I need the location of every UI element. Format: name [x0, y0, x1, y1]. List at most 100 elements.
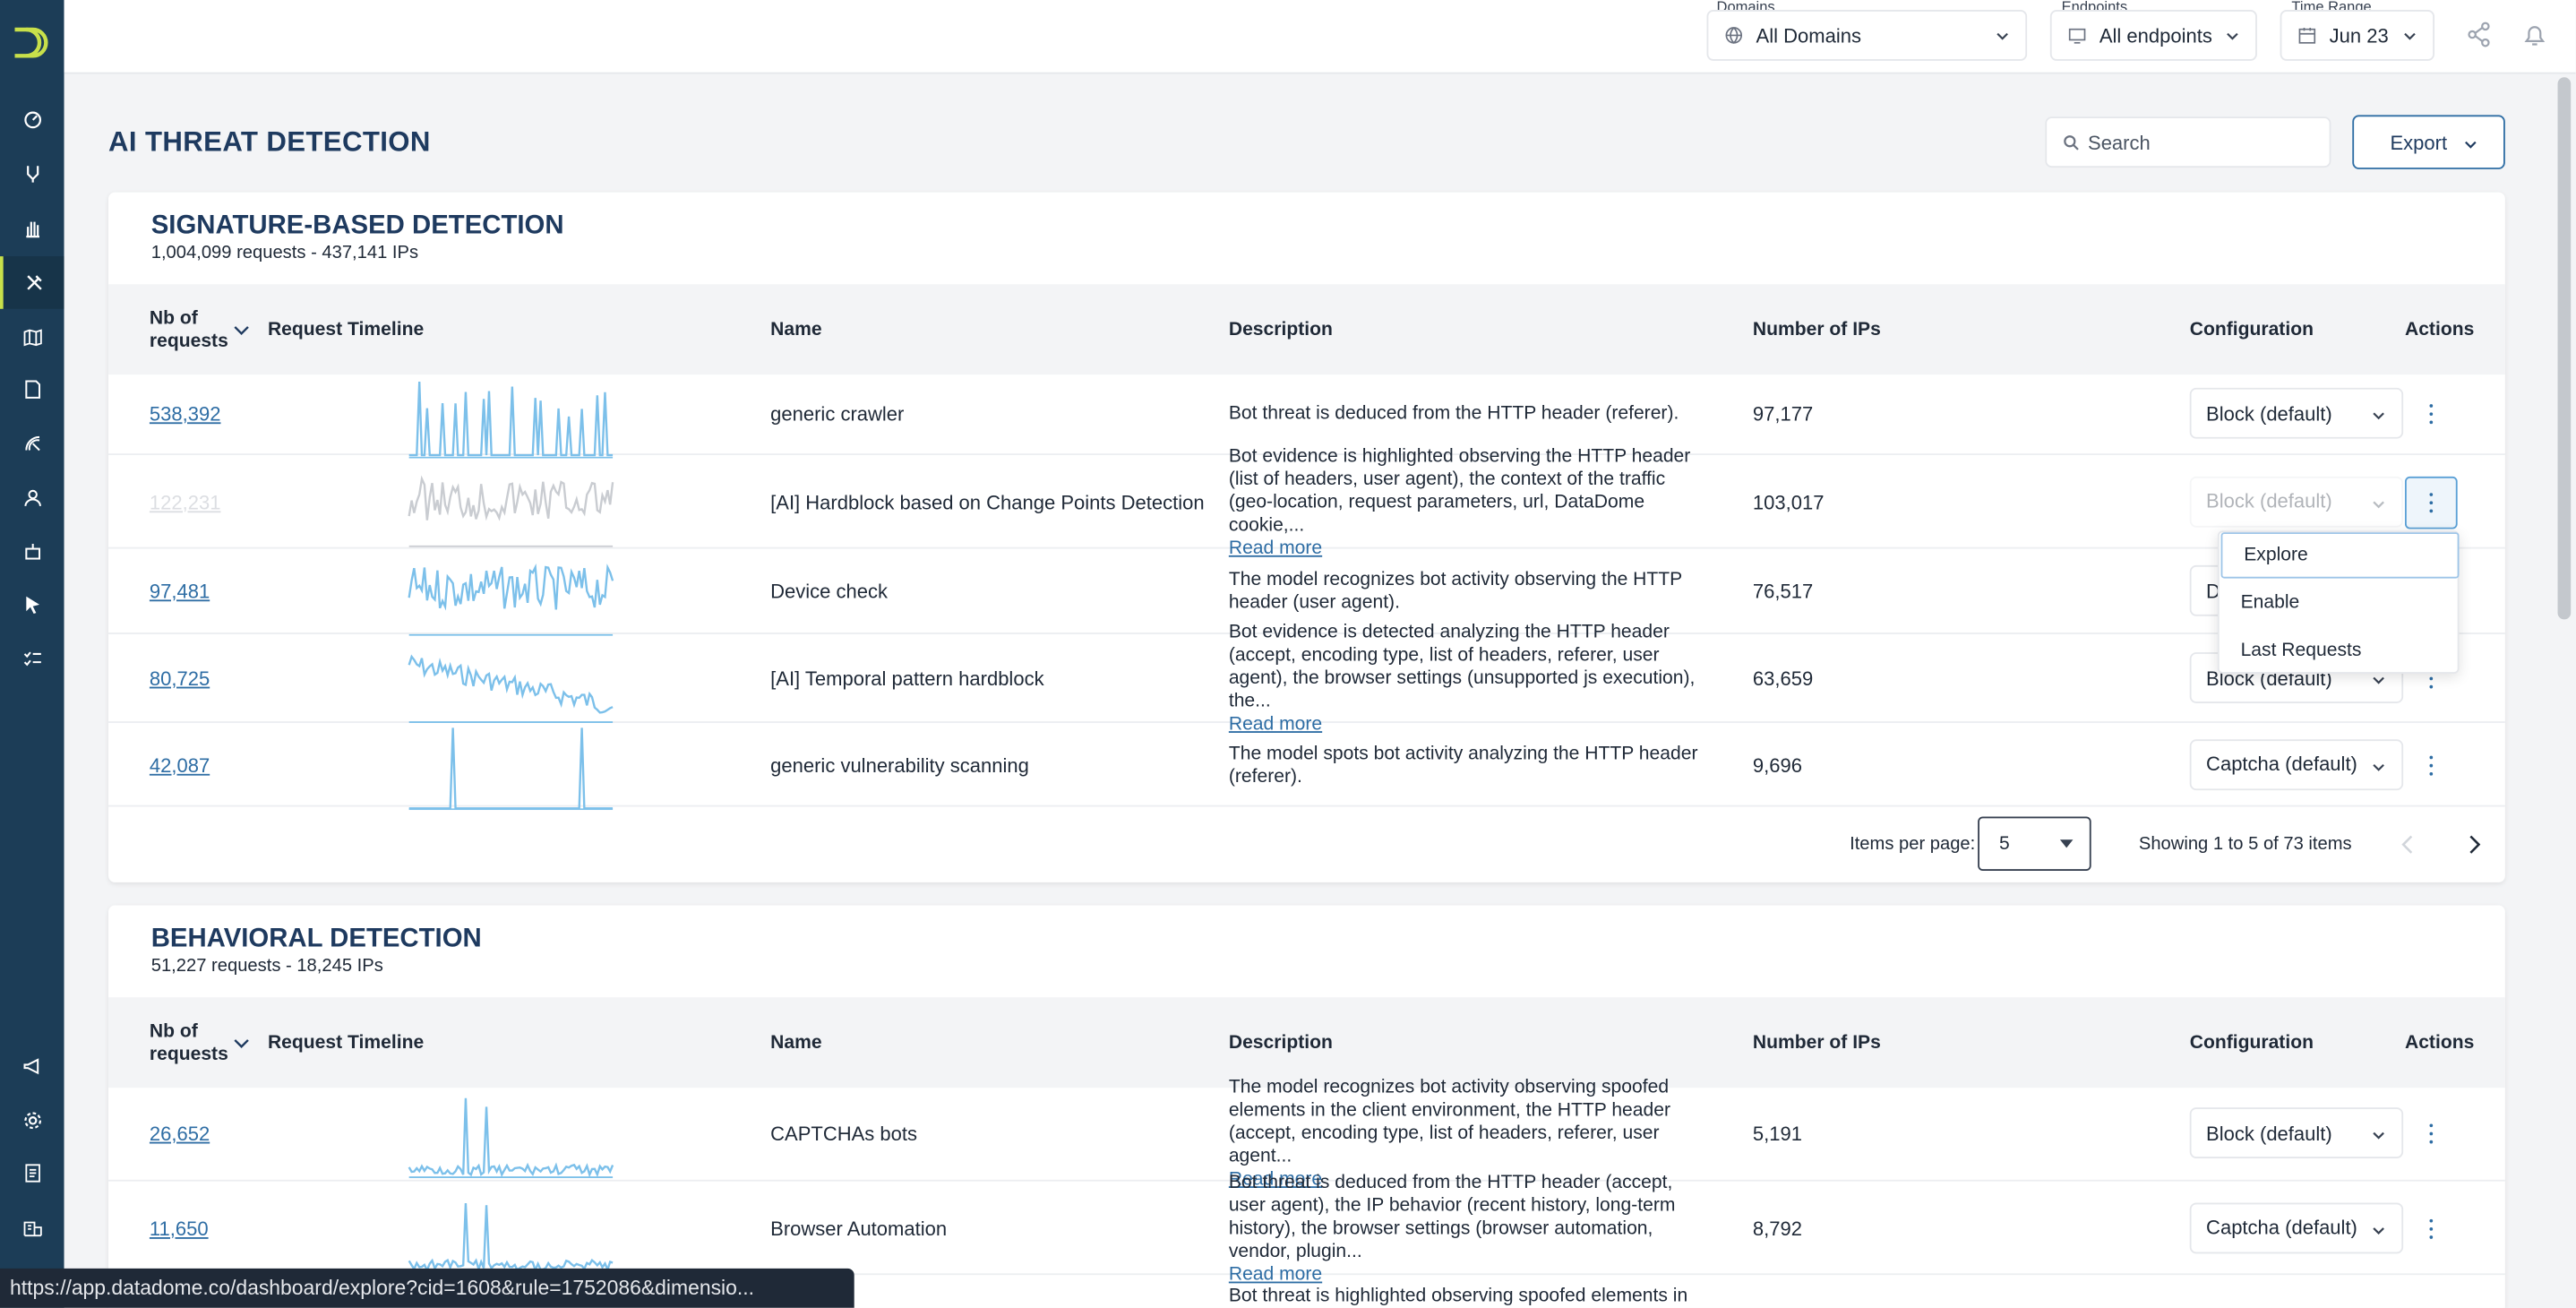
- chevron-down-icon: [2373, 1226, 2384, 1235]
- domains-select[interactable]: All Domains: [1706, 10, 2028, 61]
- configuration-select[interactable]: Block (default): [2189, 1107, 2404, 1158]
- report-icon[interactable]: [0, 1147, 64, 1200]
- requests-link[interactable]: 42,087: [150, 753, 210, 777]
- globe-icon: [1725, 27, 1743, 45]
- menu-item-explore[interactable]: Explore: [2220, 532, 2460, 579]
- endpoints-select[interactable]: All endpoints: [2049, 10, 2257, 61]
- more-vertical-icon[interactable]: [2428, 404, 2434, 425]
- ip-count: 5,191: [1752, 1122, 1802, 1146]
- rule-name: [AI] Hardblock based on Change Points De…: [770, 490, 1205, 514]
- checklist-icon[interactable]: [0, 632, 64, 685]
- app-root: Domains All Domains Endpoints All endpoi…: [0, 0, 2576, 1308]
- behavioral-table-header: Nb of requests Request Timeline Name Des…: [108, 997, 2505, 1089]
- behavioral-subtitle: 51,227 requests - 18,245 IPs: [150, 956, 383, 977]
- col-actions: Actions: [2404, 319, 2475, 340]
- col-name: Name: [770, 319, 822, 340]
- signature-title: SIGNATURE-BASED DETECTION: [150, 211, 564, 240]
- configuration-select[interactable]: Block (default): [2189, 475, 2404, 527]
- signature-detection-card: SIGNATURE-BASED DETECTION 1,004,099 requ…: [108, 192, 2505, 882]
- col-description: Description: [1228, 319, 1333, 340]
- requests-link[interactable]: 80,725: [150, 667, 210, 691]
- tools-icon[interactable]: [0, 256, 64, 309]
- dashboard-icon[interactable]: [0, 94, 64, 147]
- items-per-page-select[interactable]: 5: [1978, 816, 2091, 872]
- requests-link[interactable]: 97,481: [150, 580, 210, 603]
- search-icon: [2064, 134, 2079, 150]
- radar-icon[interactable]: [0, 417, 64, 470]
- hand-icon[interactable]: [0, 202, 64, 255]
- chevron-down-icon: [2465, 141, 2477, 149]
- gear-icon[interactable]: [0, 1094, 64, 1147]
- chevron-down-icon: [1996, 32, 2008, 40]
- bell-icon[interactable]: [2521, 22, 2547, 47]
- menu-item-last-requests[interactable]: Last Requests: [2220, 628, 2461, 674]
- scrollbar-thumb[interactable]: [2557, 77, 2572, 620]
- description-text: Bot evidence is highlighted observing th…: [1228, 445, 1691, 535]
- request-timeline-sparkline: [408, 1097, 614, 1178]
- map-icon[interactable]: [0, 311, 64, 364]
- description-text: Bot evidence is detected analyzing the H…: [1228, 623, 1696, 712]
- configuration-value: Captcha (default): [2206, 1216, 2357, 1239]
- request-timeline-sparkline: [408, 727, 614, 810]
- configuration-value: Block (default): [2206, 1121, 2332, 1145]
- more-vertical-icon[interactable]: [2428, 492, 2434, 512]
- cursor-icon[interactable]: [0, 579, 64, 632]
- requests-link[interactable]: 538,392: [150, 402, 221, 426]
- chevron-down-icon: [2373, 676, 2384, 684]
- requests-link[interactable]: 122,231: [150, 490, 221, 513]
- sort-desc-icon[interactable]: [233, 1037, 249, 1050]
- document-icon[interactable]: [0, 363, 64, 416]
- signature-subtitle: 1,004,099 requests - 437,141 IPs: [150, 243, 419, 263]
- rule-description: The model recognizes bot activity observ…: [1229, 1078, 1709, 1190]
- next-page-icon[interactable]: [2468, 835, 2481, 855]
- items-per-page-value: 5: [1998, 833, 2010, 854]
- rule-description: The model spots bot activity analyzing t…: [1229, 723, 1709, 807]
- rule-name: CAPTCHAs bots: [770, 1122, 918, 1146]
- time-range-value: Jun 23: [2329, 23, 2389, 47]
- col-description: Description: [1228, 1032, 1333, 1053]
- export-button[interactable]: Export: [2352, 115, 2505, 169]
- more-vertical-icon[interactable]: [2428, 1123, 2434, 1144]
- chevron-down-icon: [2373, 1132, 2384, 1140]
- description-text: The model spots bot activity analyzing t…: [1228, 743, 1698, 787]
- share-icon[interactable]: [2466, 22, 2492, 47]
- table-row: 11,650 Browser Automation Bot threat is de…: [108, 1173, 2505, 1285]
- configuration-select[interactable]: Block (default): [2189, 387, 2404, 439]
- request-timeline-sparkline: [408, 1202, 614, 1273]
- ip-count: 76,517: [1752, 580, 1814, 604]
- rule-description: Bot evidence is detected analyzing the H…: [1229, 623, 1709, 735]
- prev-page-icon[interactable]: [2401, 835, 2415, 855]
- search-input[interactable]: Search: [2045, 116, 2331, 168]
- requests-link[interactable]: 11,650: [150, 1217, 209, 1240]
- datadome-logo[interactable]: [10, 23, 53, 63]
- configuration-select[interactable]: Captcha (default): [2189, 738, 2404, 790]
- endpoints-value: All endpoints: [2099, 23, 2212, 47]
- export-label: Export: [2390, 130, 2448, 154]
- users-icon[interactable]: [0, 471, 64, 524]
- chevron-down-icon: [2373, 500, 2384, 508]
- ip-count: 8,792: [1752, 1217, 1802, 1240]
- col-nb-requests[interactable]: Nb of requests: [150, 284, 228, 374]
- configuration-select[interactable]: Captcha (default): [2189, 1201, 2404, 1253]
- requests-count: 80,725: [150, 634, 210, 723]
- request-timeline-sparkline: [408, 381, 614, 459]
- col-name: Name: [770, 1032, 822, 1053]
- menu-item-enable[interactable]: Enable: [2220, 580, 2461, 625]
- rule-description: Bot evidence is highlighted observing th…: [1229, 446, 1709, 558]
- more-vertical-icon[interactable]: [2428, 754, 2434, 775]
- sort-desc-icon[interactable]: [233, 323, 249, 337]
- building-icon[interactable]: [0, 1201, 64, 1254]
- requests-link[interactable]: 26,652: [150, 1123, 210, 1146]
- megaphone-icon[interactable]: [0, 1040, 64, 1093]
- col-nb-requests[interactable]: Nb of requests: [150, 997, 228, 1088]
- rule-description: Bot threat is deduced from the HTTP head…: [1229, 1173, 1709, 1285]
- branch-icon[interactable]: [0, 148, 64, 201]
- table-row: 122,231 [AI] Hardblock based on Change Po…: [108, 446, 2505, 558]
- request-timeline-sparkline: [408, 563, 614, 636]
- table-row: 538,392 generic crawler Bot threat is dedu…: [108, 373, 2505, 459]
- description-text: The model recognizes bot activity observ…: [1228, 1078, 1671, 1167]
- bot-icon[interactable]: [0, 526, 64, 579]
- time-range-select[interactable]: Jun 23: [2280, 10, 2434, 61]
- chevron-down-icon: [2373, 412, 2384, 420]
- more-vertical-icon[interactable]: [2428, 1218, 2434, 1238]
